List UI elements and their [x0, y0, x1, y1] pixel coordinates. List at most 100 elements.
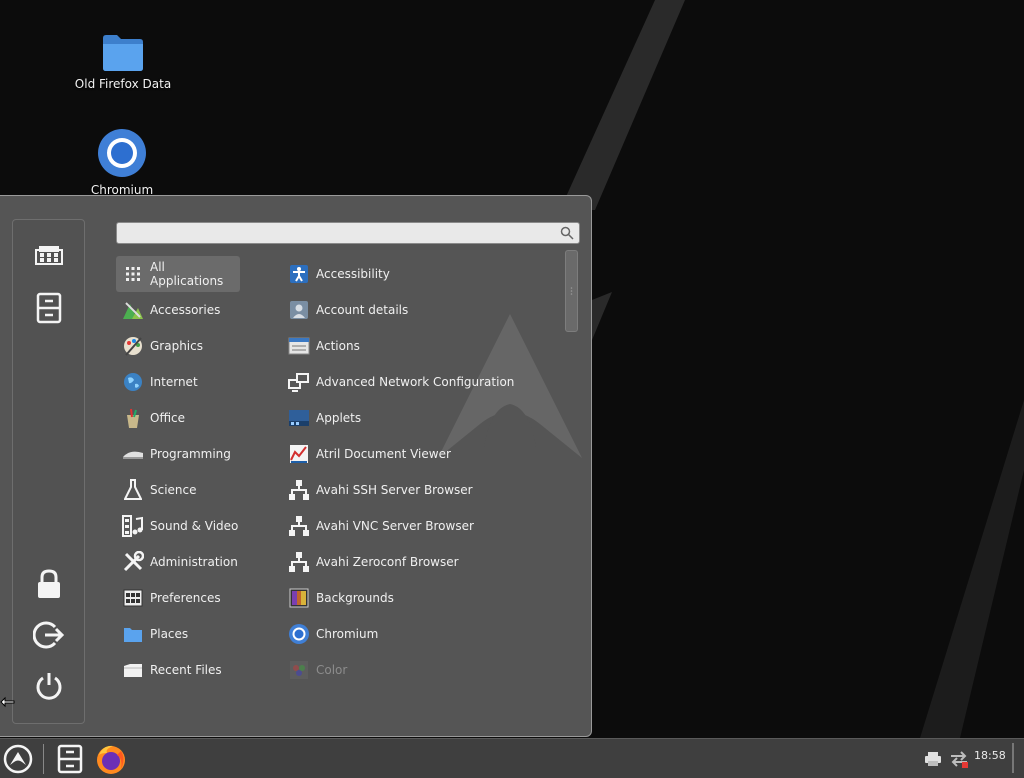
app-label: Avahi SSH Server Browser	[316, 483, 473, 497]
app-backgrounds[interactable]: Backgrounds	[282, 580, 552, 616]
science-icon	[122, 479, 144, 501]
application-list: Accessibility Account details Actions Ad…	[282, 256, 552, 688]
account-icon	[288, 299, 310, 321]
administration-icon	[122, 551, 144, 573]
chromium-icon	[98, 129, 146, 177]
grid-icon	[122, 263, 144, 285]
app-avahi-zeroconf-browser[interactable]: Avahi Zeroconf Browser	[282, 544, 552, 580]
app-label: Applets	[316, 411, 362, 425]
category-label: Science	[150, 483, 197, 497]
tray-network[interactable]	[942, 742, 976, 776]
app-label: Chromium	[316, 627, 379, 641]
firefox-icon	[97, 745, 125, 774]
category-label: Sound & Video	[150, 519, 239, 533]
app-label: Advanced Network Configuration	[316, 375, 515, 389]
chromium-icon	[288, 623, 310, 645]
actions-icon	[288, 335, 310, 357]
category-label: Graphics	[150, 339, 203, 353]
category-office[interactable]: Office	[116, 400, 246, 436]
programming-icon	[122, 443, 144, 465]
places-icon	[122, 623, 144, 645]
app-color[interactable]: Color	[282, 652, 552, 688]
category-label: All Applications	[150, 260, 224, 288]
category-list: All Applications Accessories Graphics In…	[116, 256, 246, 688]
power-icon	[36, 673, 62, 700]
panel-edge-handle	[1012, 743, 1014, 773]
app-label: Avahi Zeroconf Browser	[316, 555, 459, 569]
panel-separator	[43, 744, 44, 774]
panel-launcher-firefox[interactable]	[94, 742, 128, 776]
app-applets[interactable]: Applets	[282, 400, 552, 436]
category-label: Accessories	[150, 303, 221, 317]
document-viewer-icon	[288, 443, 310, 465]
desktop-icon-label: Old Firefox Data	[74, 77, 172, 91]
category-label: Recent Files	[150, 663, 222, 677]
logout-button[interactable]	[31, 617, 67, 653]
menu-sidebar	[12, 219, 85, 724]
lock-screen-button[interactable]	[31, 566, 67, 602]
app-accessibility[interactable]: Accessibility	[282, 256, 552, 292]
accessories-icon	[122, 299, 144, 321]
color-icon	[288, 659, 310, 681]
file-manager-button[interactable]	[31, 290, 67, 326]
applets-icon	[288, 407, 310, 429]
internet-icon	[122, 371, 144, 393]
desktop-icon-old-firefox-data[interactable]: Old Firefox Data	[68, 32, 178, 91]
category-label: Programming	[150, 447, 231, 461]
sound-video-icon	[122, 515, 144, 537]
favorites-button[interactable]	[31, 238, 67, 274]
category-sound-video[interactable]: Sound & Video	[116, 508, 246, 544]
app-label: Atril Document Viewer	[316, 447, 451, 461]
scrollbar-grip-icon	[570, 287, 573, 295]
category-graphics[interactable]: Graphics	[116, 328, 246, 364]
app-account-details[interactable]: Account details	[282, 292, 552, 328]
logout-icon	[33, 621, 65, 649]
category-all-applications[interactable]: All Applications	[116, 256, 240, 292]
avahi-icon	[288, 551, 310, 573]
bottom-panel: 18:58	[0, 738, 1024, 778]
app-avahi-ssh-server-browser[interactable]: Avahi SSH Server Browser	[282, 472, 552, 508]
category-label: Preferences	[150, 591, 221, 605]
search-input[interactable]	[116, 222, 580, 244]
favorites-icon	[35, 246, 63, 265]
network-icon	[951, 751, 968, 768]
app-advanced-network-configuration[interactable]: Advanced Network Configuration	[282, 364, 552, 400]
shutdown-button[interactable]	[31, 668, 67, 704]
category-preferences[interactable]: Preferences	[116, 580, 246, 616]
app-chromium[interactable]: Chromium	[282, 616, 552, 652]
app-label: Actions	[316, 339, 360, 353]
category-label: Administration	[150, 555, 238, 569]
panel-launcher-file-manager[interactable]	[53, 742, 87, 776]
search-icon	[560, 226, 574, 240]
category-label: Places	[150, 627, 189, 641]
desktop-icon-chromium[interactable]: Chromium	[67, 128, 177, 197]
app-atril-document-viewer[interactable]: Atril Document Viewer	[282, 436, 552, 472]
category-label: Internet	[150, 375, 198, 389]
avahi-icon	[288, 515, 310, 537]
menu-button[interactable]	[1, 742, 35, 776]
category-administration[interactable]: Administration	[116, 544, 246, 580]
backgrounds-icon	[288, 587, 310, 609]
graphics-icon	[122, 335, 144, 357]
category-accessories[interactable]: Accessories	[116, 292, 246, 328]
printer-icon	[925, 752, 941, 766]
application-menu: All Applications Accessories Graphics In…	[0, 195, 592, 737]
category-label: Office	[150, 411, 186, 425]
app-label: Accessibility	[316, 267, 390, 281]
category-internet[interactable]: Internet	[116, 364, 246, 400]
accessibility-icon	[288, 263, 310, 285]
app-label: Avahi VNC Server Browser	[316, 519, 474, 533]
category-recent-files[interactable]: Recent Files	[116, 652, 246, 688]
application-list-scrollbar[interactable]	[565, 250, 578, 332]
category-programming[interactable]: Programming	[116, 436, 246, 472]
app-label: Backgrounds	[316, 591, 394, 605]
menu-icon	[3, 744, 33, 774]
folder-icon	[103, 35, 143, 71]
app-avahi-vnc-server-browser[interactable]: Avahi VNC Server Browser	[282, 508, 552, 544]
file-manager-icon	[57, 744, 83, 774]
app-actions[interactable]: Actions	[282, 328, 552, 364]
lock-icon	[38, 569, 60, 598]
category-science[interactable]: Science	[116, 472, 246, 508]
clock[interactable]: 18:58	[974, 749, 1006, 762]
category-places[interactable]: Places	[116, 616, 246, 652]
